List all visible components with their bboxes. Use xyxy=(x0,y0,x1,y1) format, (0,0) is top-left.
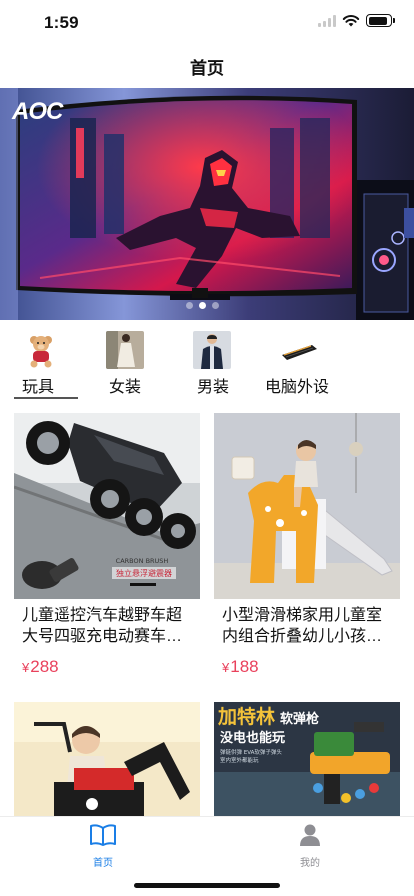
currency-symbol: ¥ xyxy=(222,660,230,675)
image-caption-en: CARBON BRUSH xyxy=(116,557,169,565)
banner-carousel[interactable]: AOC xyxy=(0,88,414,320)
jacket-model-thumb xyxy=(193,331,231,369)
category-label: 电脑外设 xyxy=(264,379,329,396)
selected-category-indicator xyxy=(14,397,78,399)
image-caption: 弹链供弹 EVA软弹子弹头 xyxy=(220,748,282,756)
page-title: 首页 xyxy=(190,58,224,78)
image-subheadline: 软弹枪 xyxy=(280,711,319,727)
product-card[interactable] xyxy=(14,702,200,816)
wifi-icon xyxy=(342,15,360,27)
image-caption: 室内室外都能玩 xyxy=(220,756,259,764)
cellular-signal-icon xyxy=(318,14,336,27)
currency-symbol: ¥ xyxy=(22,660,30,675)
image-headline: 加特林 xyxy=(217,705,275,728)
carousel-dot[interactable] xyxy=(199,302,206,309)
image-tagline: 没电也能玩 xyxy=(220,730,285,746)
product-image xyxy=(14,702,200,816)
teddy-bear-thumb xyxy=(22,331,60,369)
product-price: ¥288 xyxy=(22,657,200,677)
navigation-bar: 首页 xyxy=(0,44,414,88)
carousel-dot[interactable] xyxy=(186,302,193,309)
book-icon xyxy=(90,824,116,846)
battery-level-fill xyxy=(368,16,388,25)
carousel-dot[interactable] xyxy=(212,302,219,309)
carousel-page-indicator[interactable] xyxy=(186,302,219,309)
tab-label: 首页 xyxy=(93,858,113,869)
status-bar: 1:59 xyxy=(0,0,414,44)
keyboard-thumb xyxy=(280,331,318,369)
home-indicator xyxy=(134,883,280,888)
tab-label: 我的 xyxy=(300,858,320,869)
price-value: 188 xyxy=(230,657,259,676)
status-icons xyxy=(318,14,395,27)
dress-model-thumb xyxy=(106,331,144,369)
category-tab-pc-peripherals[interactable]: 电脑外设 xyxy=(252,320,372,400)
tab-profile[interactable]: 我的 xyxy=(275,823,345,871)
product-card[interactable]: 加特林 软弹枪 没电也能玩 弹链供弹 EVA软弹子弹头 室内室外都能玩 xyxy=(214,702,400,816)
tab-home[interactable]: 首页 xyxy=(68,823,138,871)
product-card[interactable]: 小型滑滑梯家用儿童室内组合折叠幼儿小孩玩具滑梯 ¥188 xyxy=(214,413,400,677)
product-card[interactable]: CARBON BRUSH 独立悬浮避震器 儿童遥控汽车越野车超大号四驱充电动赛车… xyxy=(14,413,200,677)
product-title: 儿童遥控汽车越野车超大号四驱充电动赛车攀爬车男孩玩具车 xyxy=(22,607,183,645)
product-price: ¥188 xyxy=(222,657,400,677)
person-icon xyxy=(300,824,320,846)
battery-icon xyxy=(366,14,395,27)
status-time: 1:59 xyxy=(44,13,79,32)
price-value: 288 xyxy=(30,657,59,676)
product-image xyxy=(214,413,400,599)
category-tabs: 玩具 女装 男装 电脑外设 xyxy=(0,320,414,400)
product-image: 加特林 软弹枪 没电也能玩 弹链供弹 EVA软弹子弹头 室内室外都能玩 xyxy=(214,702,400,816)
banner-brand-logo: AOC xyxy=(12,98,63,125)
image-caption-cn: 独立悬浮避震器 xyxy=(116,568,172,578)
product-image: CARBON BRUSH 独立悬浮避震器 xyxy=(14,413,200,599)
category-label: 女装 xyxy=(108,379,141,396)
product-title: 小型滑滑梯家用儿童室内组合折叠幼儿小孩玩具滑梯 xyxy=(222,607,383,645)
